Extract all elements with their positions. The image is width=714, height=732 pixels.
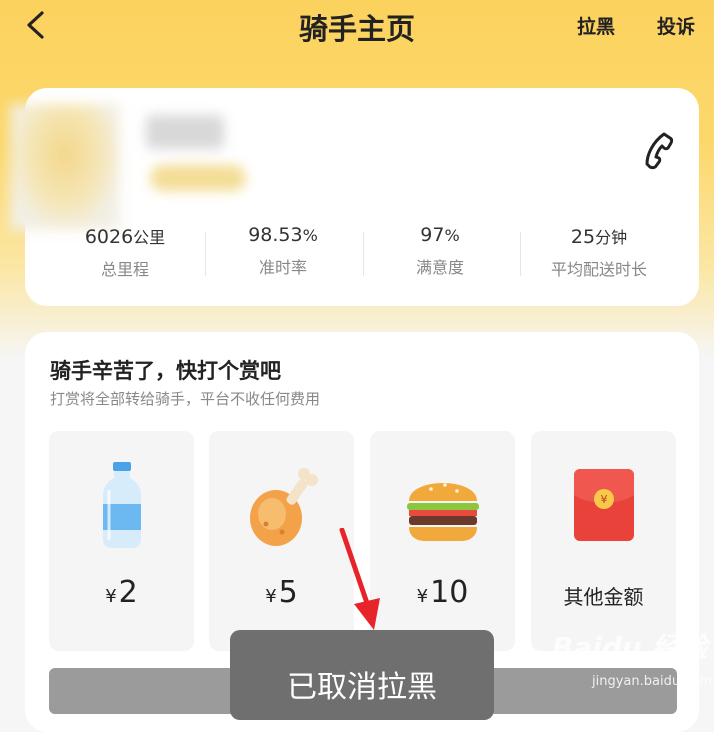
stat-ontime-rate: 98.53% 准时率 xyxy=(203,224,363,278)
tip-option-other[interactable]: ¥ 其他金额 xyxy=(531,431,676,651)
stat-label: 总里程 xyxy=(100,260,149,279)
watermark-url: jingyan.baidu.com xyxy=(592,674,712,689)
stat-avg-delivery-time: 25分钟 平均配送时长 xyxy=(519,224,679,280)
currency-symbol: ¥ xyxy=(105,586,117,607)
avatar xyxy=(10,104,120,230)
call-rider-button[interactable] xyxy=(640,130,676,170)
nav-bar: 骑手主页 拉黑 投诉 xyxy=(0,0,714,60)
stat-unit: 分钟 xyxy=(595,228,628,247)
stat-unit: % xyxy=(302,226,318,245)
stat-unit: % xyxy=(444,226,460,245)
currency-symbol: ¥ xyxy=(265,586,277,607)
stat-value: 98.53 xyxy=(248,224,303,246)
stat-value: 6026 xyxy=(84,226,134,248)
currency-symbol: ¥ xyxy=(416,586,429,607)
stat-value: 25 xyxy=(570,226,596,248)
toast-message: 已取消拉黑 xyxy=(287,670,437,705)
tip-option-2[interactable]: ¥2 xyxy=(49,431,194,651)
tip-other-label: 其他金额 xyxy=(563,585,644,609)
stat-unit: 公里 xyxy=(133,228,166,247)
stat-value: 97 xyxy=(420,224,445,246)
chicken-leg-icon xyxy=(249,468,318,546)
watermark-brand: Baidu 经验 xyxy=(552,631,708,664)
block-button[interactable]: 拉黑 xyxy=(577,12,615,39)
report-button[interactable]: 投诉 xyxy=(657,12,695,39)
tip-option-10[interactable]: ¥10 xyxy=(370,431,515,651)
tip-amount: 5 xyxy=(278,575,298,610)
tip-amount: 10 xyxy=(430,575,469,610)
tip-subtitle: 打赏将全部转给骑手，平台不收任何费用 xyxy=(50,390,321,408)
watermark-logo: Baidu 经验 jingyan.baidu.com xyxy=(552,626,712,696)
red-envelope-icon: ¥ xyxy=(573,469,634,541)
stat-label: 平均配送时长 xyxy=(550,260,647,279)
burger-icon xyxy=(406,483,479,541)
rider-name-blurred xyxy=(146,115,224,149)
annotation-arrow-icon xyxy=(339,528,380,630)
stat-label: 准时率 xyxy=(258,258,307,277)
stat-label: 满意度 xyxy=(415,258,464,277)
phone-icon xyxy=(645,132,674,170)
rider-tag-blurred xyxy=(150,165,246,191)
tip-amount: 2 xyxy=(118,575,138,610)
stat-mileage: 6026公里 总里程 xyxy=(45,224,205,280)
tip-title: 骑手辛苦了，快打个赏吧 xyxy=(50,359,281,383)
water-bottle-icon xyxy=(102,462,141,548)
svg-text:¥: ¥ xyxy=(600,493,607,506)
stat-satisfaction: 97% 满意度 xyxy=(360,224,520,278)
